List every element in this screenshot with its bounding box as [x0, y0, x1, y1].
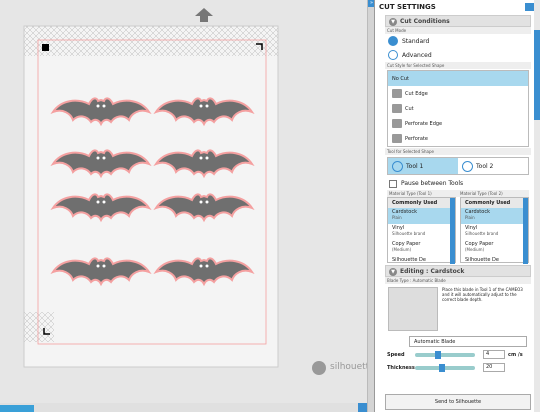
material-list-tool1[interactable]: Commonly Used Cardstock Plain Vinyl Silhou…: [387, 197, 456, 264]
speed-row: Speed 4 cm /s: [387, 350, 523, 359]
feed-arrow-icon: [195, 8, 213, 22]
material-item[interactable]: Cardstock Plain: [461, 208, 528, 224]
cut-style-label: Cut Style for Selected Shape: [385, 62, 531, 69]
collapse-toggle-icon: ▼: [389, 18, 397, 26]
thickness-slider[interactable]: [415, 363, 475, 372]
tool-1-icon: [392, 160, 403, 172]
tool-label: Tool for Selected Shape: [385, 148, 531, 155]
cut-edge-icon: [392, 89, 402, 98]
mode-advanced-radio[interactable]: Advanced: [385, 48, 531, 62]
mat1-label: Material Type (Tool 1): [389, 191, 432, 196]
material-item[interactable]: Copy Paper (Medium): [461, 240, 528, 256]
material-item[interactable]: Vinyl Silhouette brand: [388, 224, 455, 240]
blade-image: [388, 287, 438, 331]
collapse-toggle-icon: ▼: [389, 268, 397, 276]
speed-slider[interactable]: [415, 350, 475, 359]
list-scrollbar[interactable]: [523, 198, 528, 264]
cutting-mat-view: [23, 8, 326, 375]
silhouette-logo-icon: [312, 361, 326, 375]
send-to-silhouette-button[interactable]: Send to Silhouette: [385, 394, 531, 410]
material-item[interactable]: Cardstock Plain: [388, 208, 455, 224]
blade-type-label: Blade Type : Automatic Blade: [385, 277, 531, 284]
material-item[interactable]: Vinyl Silhouette brand: [461, 224, 528, 240]
style-perforate-edge[interactable]: Perforate Edge: [388, 116, 528, 131]
cut-conditions-header[interactable]: ▼ Cut Conditions: [385, 15, 531, 27]
cut-settings-panel: CUT SETTINGS ▼ Cut Conditions Cut Mode St…: [374, 0, 540, 412]
mat2-label: Material Type (Tool 2): [460, 191, 503, 196]
mode-standard-radio[interactable]: Standard: [385, 34, 531, 48]
editing-header[interactable]: ▼ Editing : Cardstock: [385, 265, 531, 277]
style-perforate[interactable]: Perforate: [388, 131, 528, 146]
tool-2-icon: [462, 160, 473, 172]
style-no-cut[interactable]: No Cut: [388, 71, 528, 86]
speed-input[interactable]: 4: [483, 350, 505, 359]
perforate-edge-icon: [392, 119, 402, 128]
design-canvas[interactable]: silhouette: [0, 0, 375, 403]
material-list-tool2[interactable]: Commonly Used Cardstock Plain Vinyl Silhou…: [460, 197, 529, 264]
material-item[interactable]: Copy Paper (Medium): [388, 240, 455, 256]
style-cut[interactable]: Cut: [388, 101, 528, 116]
registration-mark: [42, 44, 49, 51]
pause-between-tools-checkbox[interactable]: Pause between Tools: [385, 177, 531, 190]
horizontal-scrollbar[interactable]: [0, 403, 367, 412]
thickness-input[interactable]: 20: [483, 363, 505, 372]
list-scrollbar[interactable]: [450, 198, 455, 264]
panel-title: CUT SETTINGS: [379, 3, 436, 11]
tool-1-button[interactable]: Tool 1: [388, 158, 458, 174]
cut-style-list: No Cut Cut Edge Cut Perforate Edge Perfo…: [387, 70, 529, 147]
cut-icon: [392, 104, 402, 113]
panel-scrollbar[interactable]: [534, 0, 540, 412]
checkbox-icon: [389, 179, 397, 188]
thickness-row: Thickness 20: [385, 361, 531, 374]
panel-divider[interactable]: »: [367, 0, 375, 412]
blade-select[interactable]: Automatic Blade: [409, 335, 527, 347]
style-cut-edge[interactable]: Cut Edge: [388, 86, 528, 101]
cutting-mat: [23, 25, 279, 368]
blade-instructions: Place this blade in Tool 1 of the CAMEO3…: [442, 287, 523, 302]
radio-unchecked-icon: [388, 50, 398, 60]
perforate-icon: [392, 134, 402, 143]
cut-mode-label: Cut Mode: [385, 27, 531, 34]
radio-checked-icon: [388, 36, 398, 46]
tool-2-button[interactable]: Tool 2: [458, 158, 528, 174]
